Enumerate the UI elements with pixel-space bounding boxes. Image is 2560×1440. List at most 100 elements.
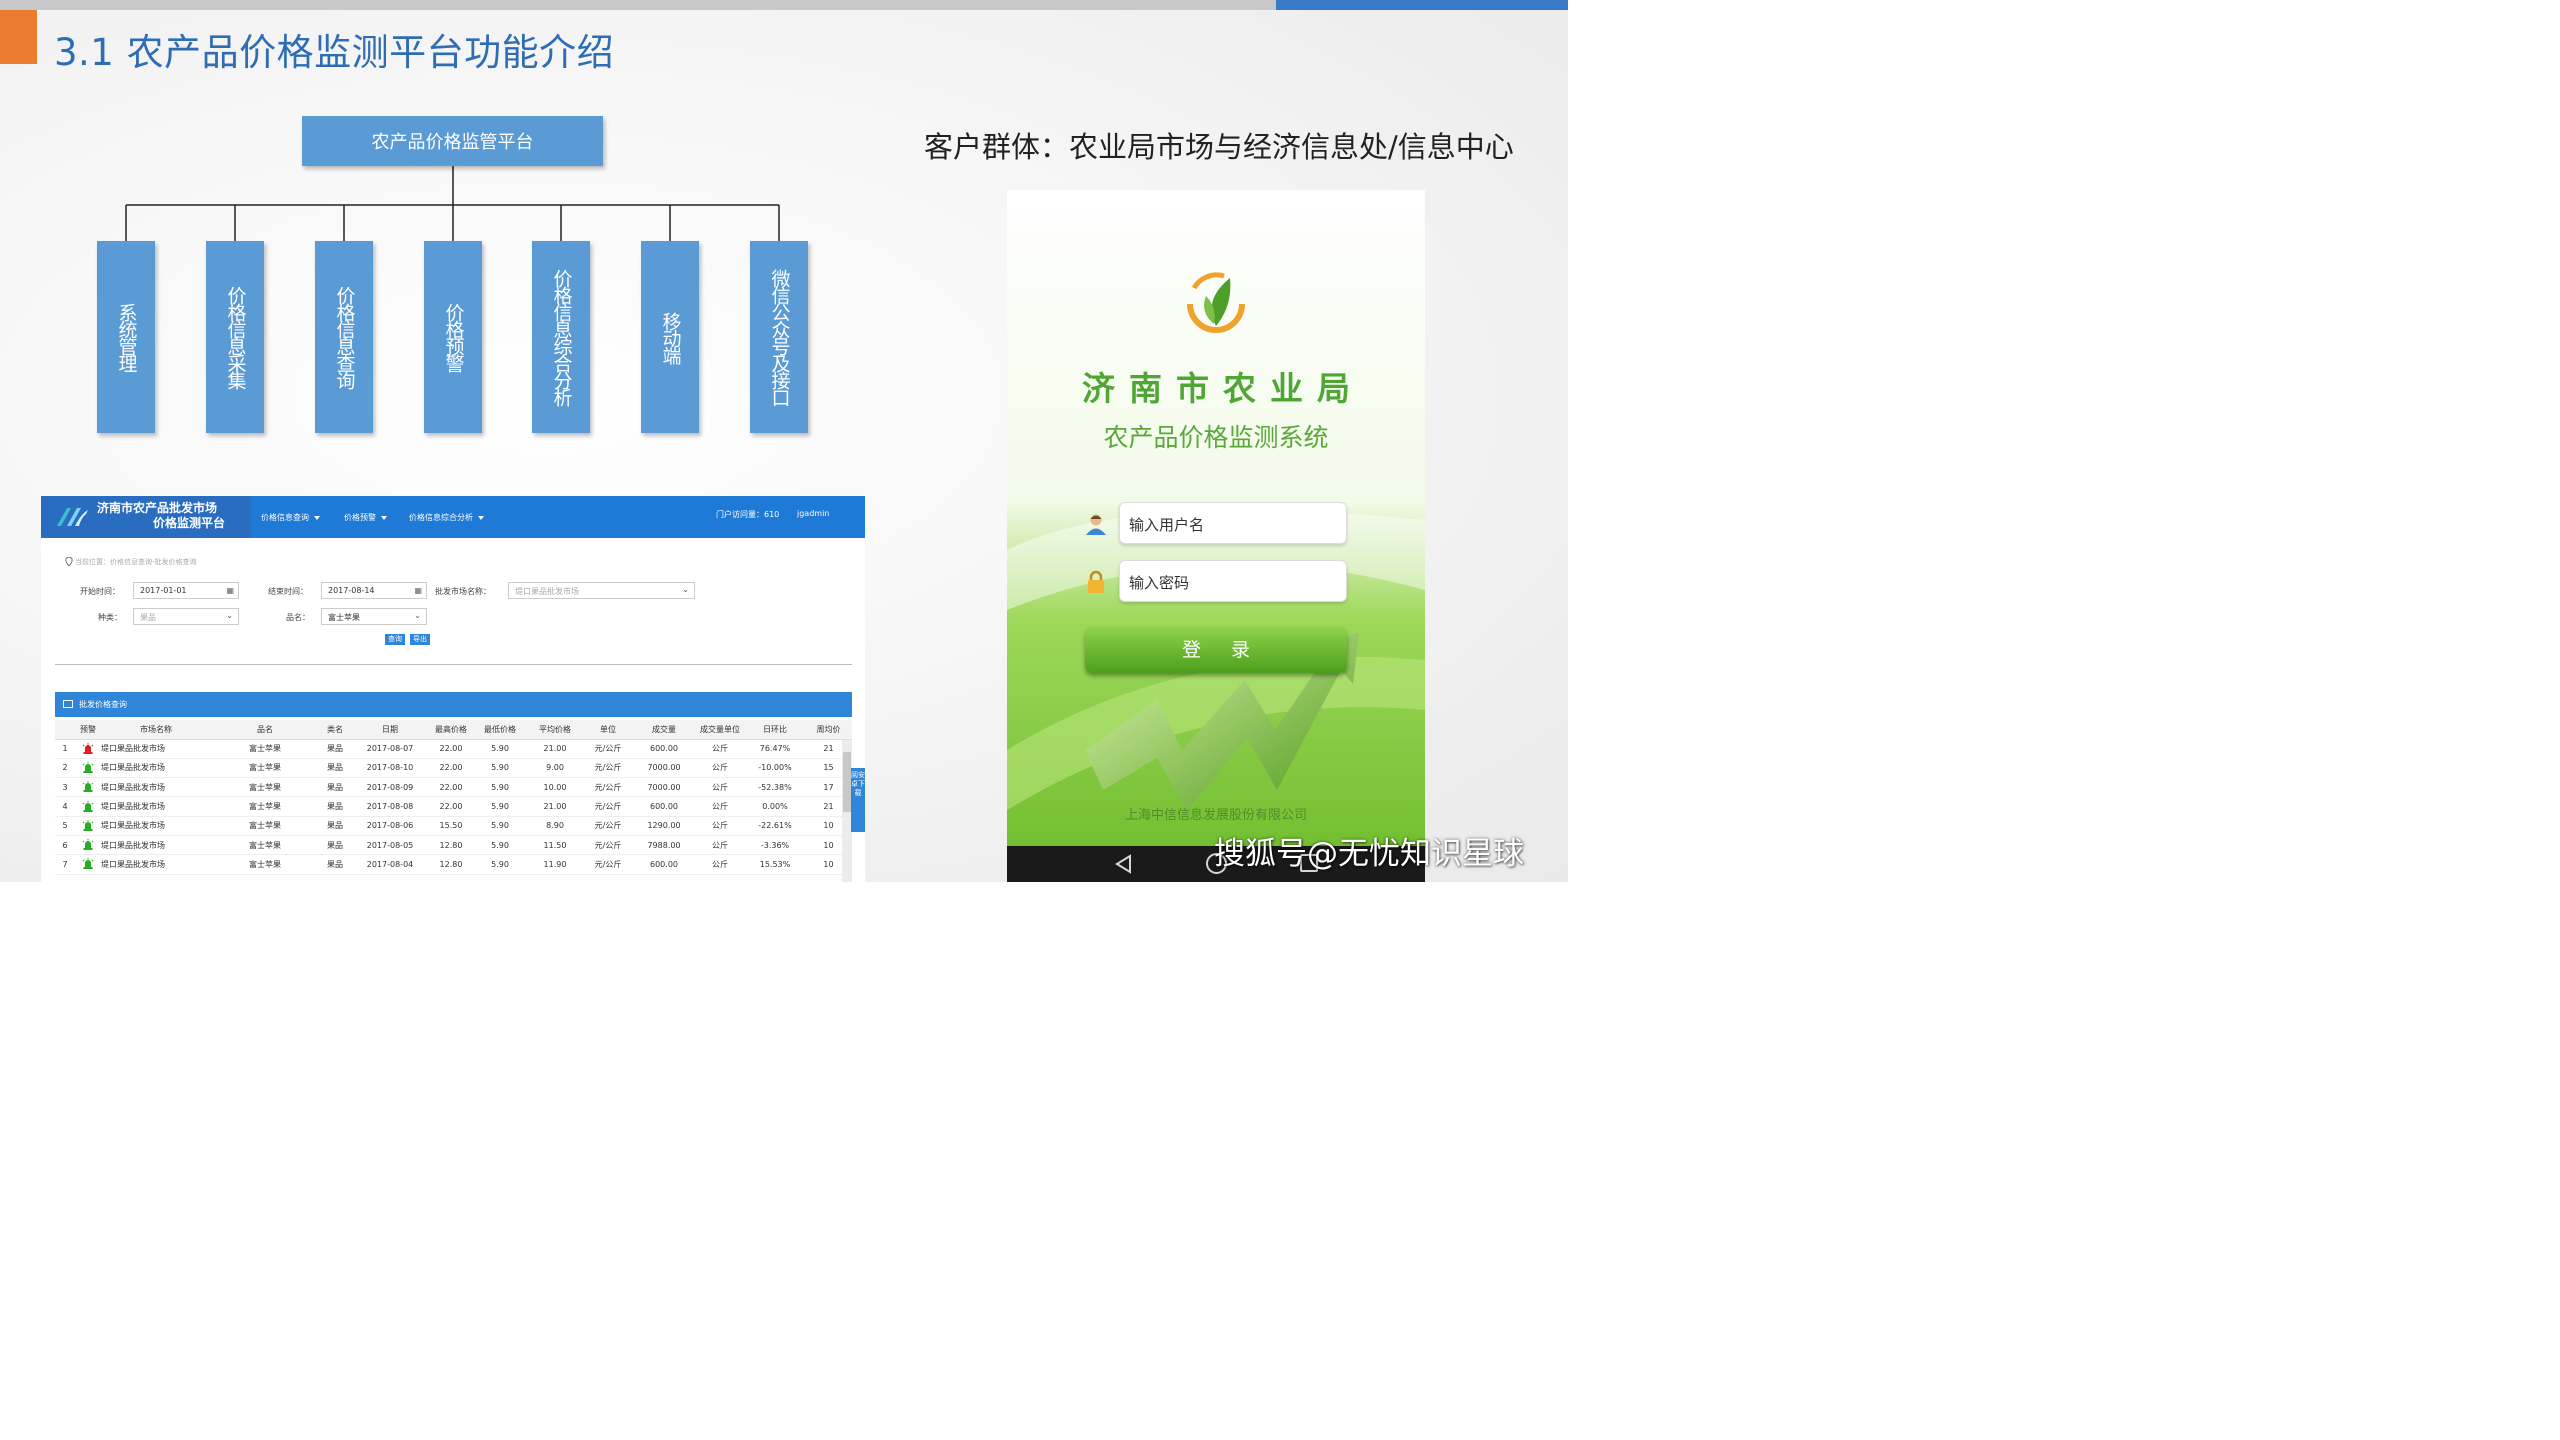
site-title-line1: 济南市农产品批发市场 [97,501,218,515]
cell-low: 5.90 [473,796,527,817]
alert-light-icon [82,781,94,793]
password-input[interactable]: 输入密码 [1119,560,1347,602]
cell-date: 2017-08-05 [351,835,429,856]
cell-no: 1 [55,739,75,759]
org-node-system-management: 系统管理 [97,241,155,433]
cell-volume: 600.00 [633,854,695,875]
start-date-value: 2017-01-01 [140,586,187,595]
cell-avg: 11.90 [527,854,583,875]
cell-date: 2017-08-09 [351,777,429,798]
cell-product: 富士苹果 [211,777,319,798]
product-select[interactable]: 富士苹果 ⌄ [321,608,427,625]
market-select[interactable]: 堤口果品批发市场 ⌄ [508,582,695,599]
username-input[interactable]: 输入用户名 [1119,502,1347,544]
column-header: 单位 [583,720,633,740]
export-button[interactable]: 导出 [410,634,430,645]
agriculture-bureau-logo-icon [1187,272,1245,333]
column-header: 平均价格 [527,720,583,740]
cell-unit: 元/公斤 [583,854,633,875]
org-node-price-warning: 价格预警 [424,241,482,433]
column-header: 品名 [211,720,319,740]
org-node-label: 系统管理 [115,303,138,371]
cell-high: 22.00 [429,796,473,817]
scrollbar-thumb[interactable] [843,752,851,812]
table-row[interactable]: 6 堤口果品批发市场 富士苹果 果品 2017-08-05 12.80 5.90 11.50 元… [55,835,852,856]
org-node-label: 价格信息采集 [224,286,247,388]
web-platform-screenshot: 济南市农产品批发市场 价格监测平台 价格信息查询 价格预警 价格信息综合分析 门… [41,496,865,882]
table-row[interactable]: 3 堤口果品批发市场 富士苹果 果品 2017-08-09 22.00 5.90 10.00 元… [55,777,852,798]
breadcrumb: 当前位置：价格信息查询-批发价格查询 [75,558,197,566]
table-row[interactable]: 2 堤口果品批发市场 富士苹果 果品 2017-08-10 22.00 5.90 9.00 元/… [55,758,852,779]
cell-avg: 9.00 [527,758,583,779]
column-header [55,720,75,740]
table-row[interactable]: 4 堤口果品批发市场 富士苹果 果品 2017-08-08 22.00 5.90 21.00 元… [55,796,852,817]
cell-volume: 7988.00 [633,835,695,856]
cell-vol_unit: 公斤 [695,816,745,836]
start-date-label: 开始时间： [80,587,120,596]
org-node-price-analysis: 价格信息综合分析 [532,241,590,433]
cell-high: 12.80 [429,854,473,875]
android-download-tab[interactable]: 阅安卓下载 [851,768,865,832]
cell-high: 12.80 [429,835,473,856]
cell-vol_unit: 公斤 [695,854,745,875]
alert-light-icon [82,800,94,812]
cell-vol_unit: 公斤 [695,758,745,779]
calendar-icon: ▦ [226,586,234,595]
cell-no: 2 [55,758,75,779]
cell-category: 果品 [319,739,351,759]
org-node-wechat: 微信公众号及接口 [750,241,808,433]
alert-light-icon [82,742,94,754]
company-name: 上海中信信息发展股份有限公司 [1124,808,1307,823]
current-user[interactable]: jgadmin [797,509,829,518]
kind-label: 种类： [98,613,122,622]
product-label: 品名： [286,613,310,622]
org-node-price-query: 价格信息查询 [315,241,373,433]
panel-title: 批发价格查询 [79,700,127,709]
start-date-field[interactable]: 2017-01-01 ▦ [133,582,239,599]
column-header: 成交量 [633,720,695,740]
cell-volume: 7000.00 [633,758,695,779]
cell-category: 果品 [319,777,351,798]
org-node-label: 价格信息综合分析 [550,269,573,405]
nav-price-query[interactable]: 价格信息查询 [261,512,320,523]
query-button[interactable]: 查询 [385,634,405,645]
price-table: 预警 市场名称 品名 类名 日期 最高价格 最低价格 平均价格 单位 成交量 成交量单位 日环比 周均价… [55,720,852,875]
nav-price-analysis[interactable]: 价格信息综合分析 [409,512,484,523]
location-pin-icon [65,557,73,566]
cell-market: 堤口果品批发市场 [101,777,211,798]
alert-cell [75,796,101,817]
login-button[interactable]: 登录 [1085,627,1347,673]
column-header: 周均价 [805,720,852,740]
cell-date: 2017-08-06 [351,816,429,836]
product-select-value: 富士苹果 [328,613,360,622]
cell-market: 堤口果品批发市场 [101,739,211,759]
table-row[interactable]: 5 堤口果品批发市场 富士苹果 果品 2017-08-06 15.50 5.90 8.90 元/… [55,816,852,836]
end-date-field[interactable]: 2017-08-14 ▦ [321,582,427,599]
audience-text: 客户群体：农业局市场与经济信息处/信息中心 [924,130,1514,164]
org-node-label: 微信公众号及接口 [768,269,791,405]
cell-market: 堤口果品批发市场 [101,854,211,875]
kind-select[interactable]: 果品 ⌄ [133,608,239,625]
cell-category: 果品 [319,796,351,817]
top-bar-accent [1276,0,1568,10]
bureau-name: 济南市农业局 [1082,369,1364,408]
cell-product: 富士苹果 [211,835,319,856]
alert-light-icon [82,761,94,773]
org-node-mobile: 移动端 [641,241,699,433]
cell-product: 富士苹果 [211,739,319,759]
column-header: 日期 [351,720,429,740]
table-row[interactable]: 1 堤口果品批发市场 富士苹果 果品 2017-08-07 22.00 5.90 21.00 元… [55,739,852,759]
column-header: 日环比 [745,720,805,740]
cell-volume: 600.00 [633,796,695,817]
cell-unit: 元/公斤 [583,739,633,759]
end-date-label: 结束时间： [268,587,308,596]
nav-price-warning[interactable]: 价格预警 [344,512,387,523]
back-icon[interactable] [1114,854,1134,874]
table-row[interactable]: 7 堤口果品批发市场 富士苹果 果品 2017-08-04 12.80 5.90 11.90 元… [55,854,852,875]
cell-dod: -22.61% [745,816,805,836]
org-node-label: 价格信息查询 [333,286,356,388]
section-divider [55,664,852,665]
chevron-down-icon: ⌄ [414,611,421,620]
alert-light-icon [82,839,94,851]
cell-date: 2017-08-08 [351,796,429,817]
